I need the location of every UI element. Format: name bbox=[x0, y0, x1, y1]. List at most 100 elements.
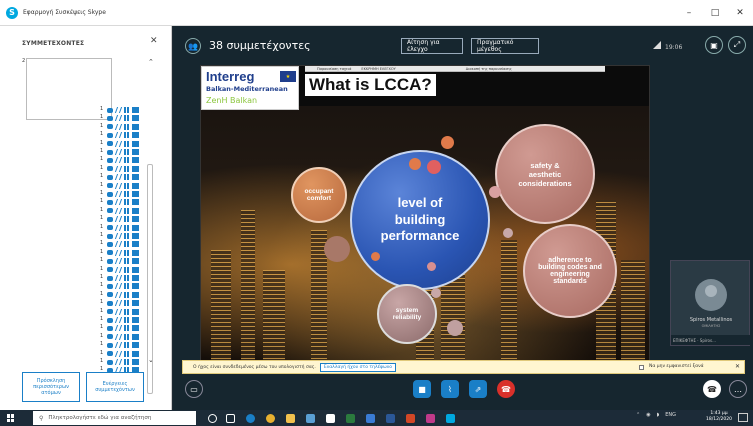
participant-row[interactable] bbox=[107, 308, 139, 316]
bubble-system-text: system reliability bbox=[392, 307, 422, 321]
close-panel-icon[interactable]: ✕ bbox=[150, 36, 158, 46]
presenter-bar: ΕΠΙΚΕΦΤΗΣ · Spiros... bbox=[671, 335, 751, 345]
participant-scrollbar[interactable] bbox=[147, 64, 153, 394]
participant-row[interactable] bbox=[107, 140, 139, 148]
minimize-button[interactable]: – bbox=[676, 0, 702, 26]
window-title: Εφαρμογή Συσκέψεις Skype bbox=[23, 9, 106, 16]
participant-row[interactable] bbox=[107, 358, 139, 366]
fullscreen-icon[interactable]: ⤢ bbox=[728, 36, 746, 54]
people-icon[interactable]: 👥 bbox=[185, 38, 201, 54]
close-notice-icon[interactable]: ✕ bbox=[735, 363, 740, 370]
scrollbar-thumb[interactable] bbox=[147, 164, 153, 394]
network-icon[interactable]: ◉ bbox=[646, 412, 650, 418]
participant-row[interactable] bbox=[107, 106, 139, 114]
chrome-icon[interactable] bbox=[266, 414, 275, 423]
participant-row[interactable] bbox=[107, 123, 139, 131]
screen-status-icon bbox=[132, 123, 139, 130]
participant-row[interactable] bbox=[107, 282, 139, 290]
screen-status-icon bbox=[132, 308, 139, 315]
participant-row[interactable] bbox=[107, 215, 139, 223]
share-screen-icon[interactable]: ⇗ bbox=[469, 380, 487, 398]
app-icon-2[interactable] bbox=[426, 414, 435, 423]
participant-row[interactable] bbox=[107, 266, 139, 274]
app-icon[interactable] bbox=[306, 414, 315, 423]
participant-row[interactable] bbox=[107, 190, 139, 198]
video-status-icon bbox=[107, 258, 113, 264]
hang-up-icon[interactable]: ☎ bbox=[497, 380, 515, 398]
mute-microphone-icon[interactable]: ⌇ bbox=[441, 380, 459, 398]
volume-icon[interactable]: ◗ bbox=[657, 412, 660, 418]
request-control-button[interactable]: Αίτηση για έλεγχο bbox=[401, 38, 463, 54]
window-titlebar: S Εφαρμογή Συσκέψεις Skype – □ ✕ bbox=[0, 0, 753, 26]
mic-status-icon bbox=[114, 216, 123, 223]
screen-status-icon bbox=[132, 216, 139, 223]
cortana-icon[interactable] bbox=[208, 414, 217, 423]
participant-row[interactable] bbox=[107, 131, 139, 139]
taskbar-search[interactable]: ⚲ Πληκτρολογήστε εδώ για αναζήτηση bbox=[33, 411, 196, 425]
toolbar-right-label[interactable]: Διακοπή της παρουσίασης bbox=[466, 67, 512, 71]
word-icon[interactable] bbox=[386, 414, 395, 423]
participant-row-index: 1 bbox=[100, 190, 104, 196]
notifications-icon[interactable] bbox=[738, 413, 748, 422]
hold-status-icon bbox=[124, 132, 129, 139]
skype-taskbar-icon[interactable] bbox=[446, 414, 455, 423]
presenter-video-tile[interactable]: Spiros Metallinos ΟΜΙΛΗΤΗΣ ΕΠΙΚΕΦΤΗΣ · S… bbox=[670, 260, 751, 346]
language-indicator[interactable]: ENG bbox=[665, 412, 676, 418]
edge-icon[interactable] bbox=[246, 414, 255, 423]
screen-status-icon bbox=[132, 325, 139, 332]
chat-icon[interactable]: ▭ bbox=[185, 380, 203, 398]
windows-start-icon[interactable] bbox=[7, 414, 15, 422]
participant-row[interactable] bbox=[107, 198, 139, 206]
participant-row-index: 1 bbox=[100, 122, 104, 129]
layout-icon[interactable]: ▣ bbox=[705, 36, 723, 54]
phone-icon[interactable]: ☎ bbox=[703, 380, 721, 398]
participant-row[interactable] bbox=[107, 240, 139, 248]
toolbar-left-label[interactable]: Παρουσίαση ταχειά bbox=[317, 67, 351, 71]
participant-row[interactable] bbox=[107, 316, 139, 324]
dont-show-label: Να μην εμφανιστεί ξανά bbox=[649, 364, 704, 369]
pdf-icon[interactable] bbox=[406, 414, 415, 423]
tray-up-icon[interactable]: ⌃ bbox=[636, 412, 640, 418]
participant-row[interactable] bbox=[107, 249, 139, 257]
toolbar-mid-label[interactable]: ΕΚΚΡΗΜΗ ΕΛΕΓΧΟΥ bbox=[361, 67, 395, 71]
ie-icon[interactable] bbox=[366, 414, 375, 423]
excel-icon[interactable] bbox=[346, 414, 355, 423]
participant-row[interactable] bbox=[107, 341, 139, 349]
invite-more-button[interactable]: Πρόσκληση περισσότερων ατόμων bbox=[22, 372, 80, 402]
participant-row[interactable] bbox=[107, 114, 139, 122]
participant-row[interactable] bbox=[107, 182, 139, 190]
participant-row[interactable] bbox=[107, 291, 139, 299]
participants-header: ΣΥΜΜΕΤΕΧΟΝΤΕΣ bbox=[22, 40, 85, 47]
participant-row[interactable] bbox=[107, 207, 139, 215]
camera-icon[interactable]: ■ bbox=[413, 380, 431, 398]
participant-row[interactable] bbox=[107, 232, 139, 240]
switch-to-phone-button[interactable]: Εναλλαγή ήχου στο τηλέφωνο bbox=[319, 362, 397, 372]
participant-row[interactable] bbox=[107, 173, 139, 181]
participant-row[interactable] bbox=[107, 165, 139, 173]
taskbar-clock[interactable]: 1:43 μμ 18/12/2020 bbox=[706, 411, 732, 423]
more-options-icon[interactable]: … bbox=[729, 380, 747, 398]
file-explorer-icon[interactable] bbox=[286, 414, 295, 423]
video-status-icon bbox=[107, 334, 113, 340]
mic-status-icon bbox=[114, 132, 123, 139]
store-icon[interactable] bbox=[326, 414, 335, 423]
participant-row[interactable] bbox=[107, 299, 139, 307]
participant-row[interactable] bbox=[107, 156, 139, 164]
actual-size-button[interactable]: Πραγματικό μέγεθος bbox=[471, 38, 539, 54]
task-view-icon[interactable] bbox=[226, 414, 235, 423]
participant-row[interactable] bbox=[107, 257, 139, 265]
mic-status-icon bbox=[114, 199, 123, 206]
participant-row[interactable] bbox=[107, 148, 139, 156]
participant-row[interactable] bbox=[107, 350, 139, 358]
participant-actions-button[interactable]: Ενέργειες συμμετεχόντων bbox=[86, 372, 144, 402]
hold-status-icon bbox=[124, 191, 129, 197]
maximize-button[interactable]: □ bbox=[702, 0, 728, 26]
participant-row[interactable] bbox=[107, 324, 139, 332]
close-button[interactable]: ✕ bbox=[727, 0, 753, 26]
dont-show-checkbox[interactable] bbox=[639, 365, 644, 370]
participant-row[interactable] bbox=[107, 333, 139, 341]
bubble-adherence: adherence to building codes and engineer… bbox=[523, 224, 617, 318]
participant-row[interactable] bbox=[107, 224, 139, 232]
participant-row-index: 1 bbox=[100, 114, 104, 121]
participant-row[interactable] bbox=[107, 274, 139, 282]
